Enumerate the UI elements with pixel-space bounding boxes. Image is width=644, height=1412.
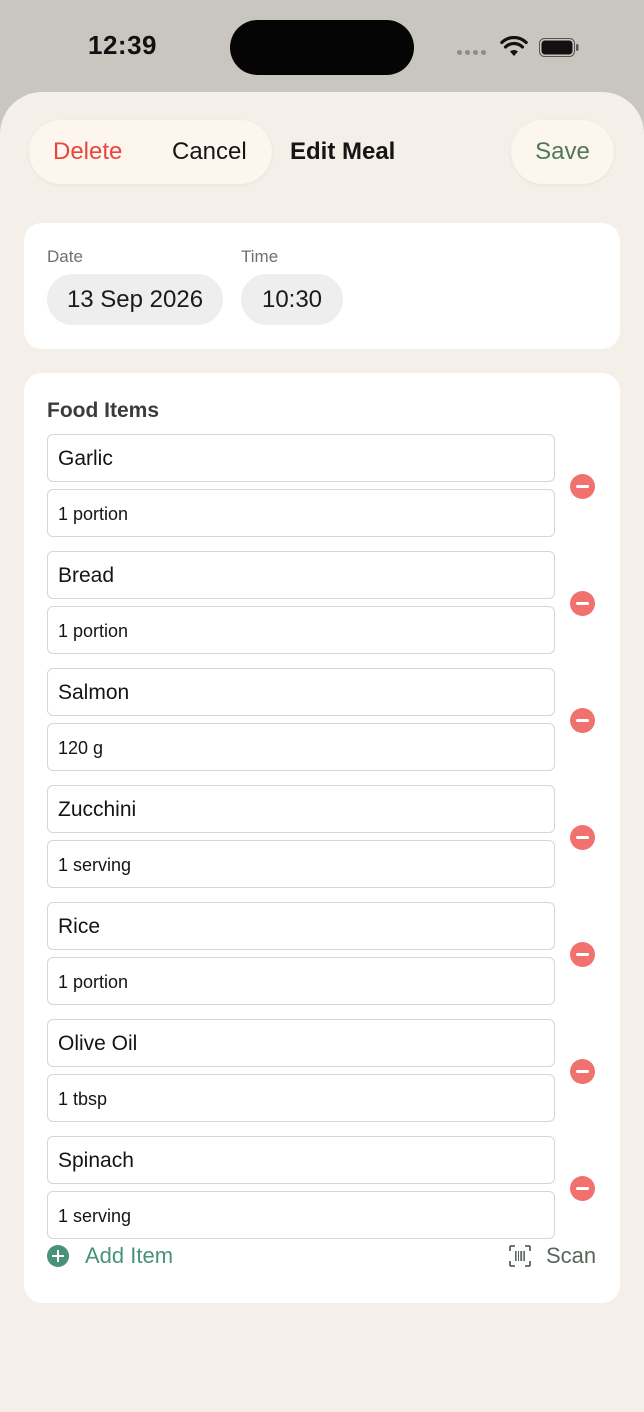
food-name-field[interactable]: Olive Oil bbox=[47, 1019, 555, 1067]
food-item: Rice 1 portion bbox=[47, 902, 607, 1019]
remove-icon[interactable] bbox=[570, 942, 595, 967]
barcode-scan-icon bbox=[509, 1245, 531, 1267]
add-item-button[interactable]: Add Item bbox=[47, 1243, 173, 1269]
remove-icon[interactable] bbox=[570, 708, 595, 733]
food-item: Garlic 1 portion bbox=[47, 434, 607, 551]
status-time: 12:39 bbox=[88, 30, 157, 60]
dynamic-island bbox=[230, 20, 414, 75]
food-item: Spinach 1 serving bbox=[47, 1136, 607, 1253]
food-quantity-field[interactable]: 1 serving bbox=[47, 840, 555, 888]
food-name-field[interactable]: Bread bbox=[47, 551, 555, 599]
edit-meal-sheet: Delete Cancel Edit Meal Save Date 13 Sep… bbox=[0, 92, 644, 1412]
food-items-title: Food Items bbox=[47, 399, 160, 422]
food-items-card: Food Items Garlic 1 portion Bread 1 port… bbox=[24, 373, 620, 1303]
page-title: Edit Meal bbox=[290, 138, 396, 165]
scan-label: Scan bbox=[546, 1243, 597, 1268]
add-circle-icon bbox=[47, 1245, 69, 1267]
date-picker[interactable]: 13 Sep 2026 bbox=[47, 274, 223, 325]
wifi-icon bbox=[500, 36, 528, 56]
delete-button[interactable]: Delete bbox=[53, 138, 122, 166]
food-item: Salmon 120 g bbox=[47, 668, 607, 785]
food-quantity-field[interactable]: 1 portion bbox=[47, 606, 555, 654]
food-items-list: Garlic 1 portion Bread 1 portion Salmon … bbox=[47, 434, 607, 1253]
food-item: Bread 1 portion bbox=[47, 551, 607, 668]
food-name-field[interactable]: Rice bbox=[47, 902, 555, 950]
time-label: Time bbox=[241, 247, 279, 266]
food-name-field[interactable]: Zucchini bbox=[47, 785, 555, 833]
date-time-card: Date 13 Sep 2026 Time 10:30 bbox=[24, 223, 620, 349]
food-quantity-field[interactable]: 1 portion bbox=[47, 957, 555, 1005]
time-picker[interactable]: 10:30 bbox=[241, 274, 343, 325]
food-quantity-field[interactable]: 1 tbsp bbox=[47, 1074, 555, 1122]
scan-button[interactable]: Scan bbox=[509, 1243, 596, 1269]
food-quantity-field[interactable]: 1 portion bbox=[47, 489, 555, 537]
remove-icon[interactable] bbox=[570, 591, 595, 616]
date-label: Date bbox=[47, 247, 83, 266]
cancel-button[interactable]: Cancel bbox=[172, 138, 247, 166]
food-name-field[interactable]: Garlic bbox=[47, 434, 555, 482]
status-bar: 12:39 bbox=[0, 0, 644, 95]
save-button[interactable]: Save bbox=[511, 120, 614, 184]
food-name-field[interactable]: Salmon bbox=[47, 668, 555, 716]
food-name-field[interactable]: Spinach bbox=[47, 1136, 555, 1184]
remove-icon[interactable] bbox=[570, 1059, 595, 1084]
food-item: Zucchini 1 serving bbox=[47, 785, 607, 902]
food-item: Olive Oil 1 tbsp bbox=[47, 1019, 607, 1136]
battery-icon bbox=[539, 38, 579, 57]
header-actions-group: Delete Cancel bbox=[29, 120, 272, 184]
add-item-label: Add Item bbox=[85, 1243, 174, 1268]
remove-icon[interactable] bbox=[570, 1176, 595, 1201]
cellular-signal-icon bbox=[457, 50, 486, 55]
remove-icon[interactable] bbox=[570, 474, 595, 499]
food-quantity-field[interactable]: 120 g bbox=[47, 723, 555, 771]
food-quantity-field[interactable]: 1 serving bbox=[47, 1191, 555, 1239]
remove-icon[interactable] bbox=[570, 825, 595, 850]
